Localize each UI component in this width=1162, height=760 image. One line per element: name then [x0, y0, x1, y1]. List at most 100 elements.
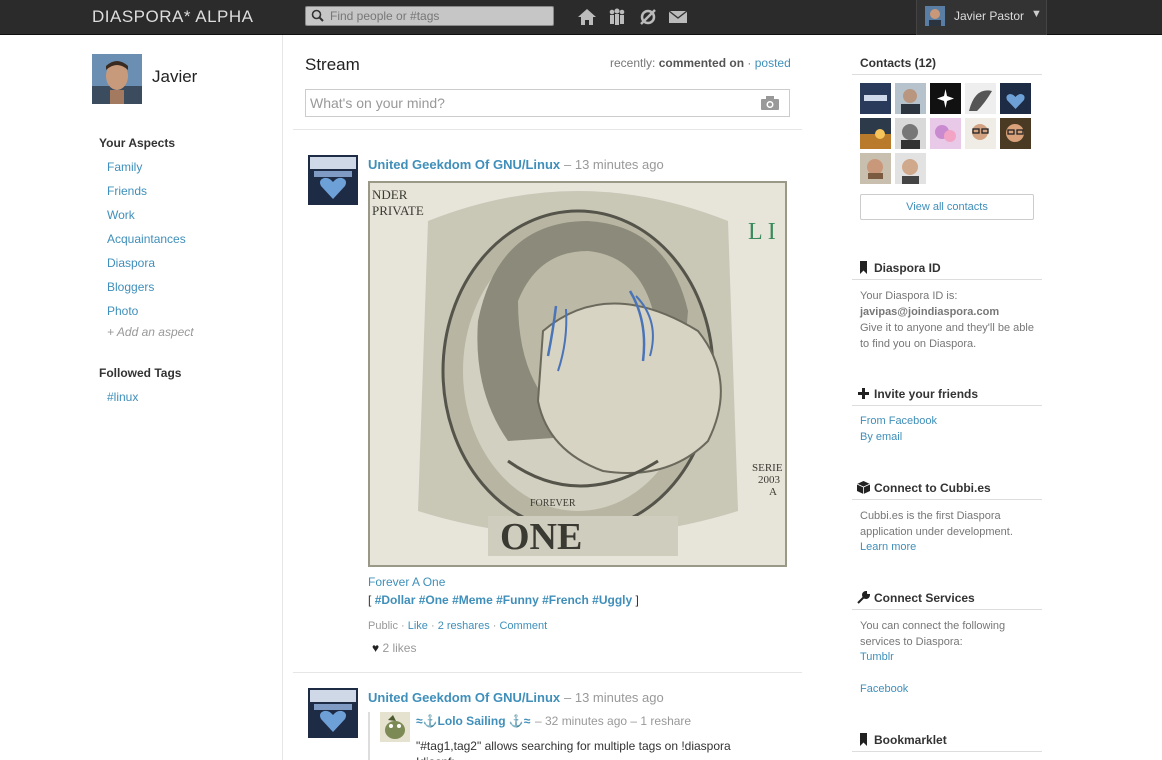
post-visibility: Public	[368, 620, 398, 632]
aspect-link-bloggers[interactable]: Bloggers	[107, 280, 154, 294]
search-input[interactable]	[330, 8, 550, 24]
status-input[interactable]	[310, 94, 750, 112]
invite-title: Invite your friends	[874, 387, 979, 401]
camera-icon[interactable]	[761, 96, 779, 110]
tag-link[interactable]: #Meme	[452, 593, 493, 607]
contact-avatar[interactable]	[965, 118, 996, 149]
user-menu[interactable]: Javier Pastor ▼	[916, 0, 1047, 35]
connect-services-title: Connect Services	[874, 591, 975, 605]
conversations-icon[interactable]	[668, 7, 688, 27]
reshare-text: "#tag1,tag2" allows searching for multip…	[416, 739, 731, 760]
contacts-title[interactable]: Contacts (12)	[860, 56, 936, 70]
wrench-icon	[857, 591, 870, 604]
reshare-avatar[interactable]	[380, 712, 410, 742]
profile-name[interactable]: Javier	[152, 67, 197, 87]
tag-link[interactable]: #Dollar	[375, 593, 416, 607]
service-facebook-link[interactable]: Facebook	[860, 683, 908, 695]
diaspora-id-title: Diaspora ID	[874, 261, 941, 275]
tag-link-linux[interactable]: #linux	[107, 390, 138, 404]
contact-avatar[interactable]	[965, 83, 996, 114]
stream-title: Stream	[305, 55, 360, 74]
user-name: Javier Pastor	[954, 9, 1025, 23]
stream-sort: recently: commented on · posted	[610, 56, 791, 70]
view-all-contacts-button[interactable]: View all contacts	[860, 194, 1034, 220]
aspect-link-friends[interactable]: Friends	[107, 184, 147, 198]
contact-avatar[interactable]	[1000, 118, 1031, 149]
search-box[interactable]	[305, 6, 554, 26]
post-photo[interactable]: ONE FOREVER NDER PRIVATE L I SERIE 2003 …	[368, 181, 787, 567]
post-timestamp[interactable]: – 13 minutes ago	[564, 157, 664, 172]
contact-avatar[interactable]	[895, 153, 926, 184]
post-author-link[interactable]: United Geekdom Of GNU/Linux	[368, 690, 560, 705]
cube-icon	[857, 481, 870, 494]
publisher[interactable]	[305, 89, 790, 117]
home-icon[interactable]	[577, 7, 597, 27]
aspect-link-family[interactable]: Family	[107, 160, 142, 174]
cubbies-title: Connect to Cubbi.es	[874, 481, 991, 495]
dollar-bill-image: ONE FOREVER NDER PRIVATE L I SERIE 2003 …	[368, 181, 787, 567]
aspect-link-acquaintances[interactable]: Acquaintances	[107, 232, 186, 246]
reshares-link[interactable]: 2 reshares	[438, 620, 490, 632]
contact-avatar[interactable]	[895, 83, 926, 114]
bill-forever-text: FOREVER	[530, 498, 576, 509]
sort-prefix: recently:	[610, 56, 656, 70]
diaspora-id-divider	[852, 279, 1042, 280]
diaspora-id-value: javipas@joindiaspora.com	[860, 306, 1000, 318]
contact-avatar[interactable]	[1000, 83, 1031, 114]
reshare-meta: – 32 minutes ago – 1 reshare	[535, 714, 692, 728]
services-text: You can connect the following services t…	[860, 620, 1006, 648]
bill-one-text: ONE	[500, 516, 582, 558]
tag-link[interactable]: #Funny	[496, 593, 539, 607]
logo[interactable]: DIASPORA* ALPHA	[92, 7, 254, 27]
cubbies-text: Cubbi.es is the first Diaspora applicati…	[860, 510, 1013, 538]
aspect-link-diaspora[interactable]: Diaspora	[107, 256, 155, 270]
post-timestamp[interactable]: – 13 minutes ago	[564, 690, 664, 705]
invite-divider	[852, 405, 1042, 406]
sort-commented[interactable]: commented on	[659, 56, 744, 70]
contacts-divider	[852, 74, 1042, 75]
invite-facebook-link[interactable]: From Facebook	[860, 415, 937, 427]
aspect-link-work[interactable]: Work	[107, 208, 135, 222]
contact-avatar[interactable]	[860, 83, 891, 114]
tag-link[interactable]: #French	[542, 593, 589, 607]
bill-under-text: NDER	[372, 187, 408, 202]
contact-avatar[interactable]	[895, 118, 926, 149]
tag-link[interactable]: #One	[419, 593, 449, 607]
post-likes[interactable]: ♥ 2 likes	[372, 641, 416, 655]
cubbies-learn-more-link[interactable]: Learn more	[860, 541, 916, 553]
cubbies-divider	[852, 499, 1042, 500]
contact-avatar[interactable]	[860, 153, 891, 184]
post-author-link[interactable]: United Geekdom Of GNU/Linux	[368, 157, 560, 172]
post-avatar[interactable]	[308, 155, 358, 205]
bill-private-text: PRIVATE	[372, 203, 424, 218]
add-aspect-link[interactable]: + Add an aspect	[107, 325, 194, 339]
comment-link[interactable]: Comment	[499, 620, 547, 632]
tag-link[interactable]: #Uggly	[592, 593, 632, 607]
services-divider	[852, 609, 1042, 610]
tags-open-bracket: [	[368, 593, 372, 607]
photo-caption-link[interactable]: Forever A One	[368, 575, 445, 589]
tags-close-bracket: ]	[635, 593, 639, 607]
aspect-link-photo[interactable]: Photo	[107, 304, 138, 318]
sort-posted-link[interactable]: posted	[755, 56, 791, 70]
post-avatar[interactable]	[308, 688, 358, 738]
reshare-author-link[interactable]: ≈⚓Lolo Sailing ⚓≈	[416, 714, 530, 728]
contacts-icon[interactable]	[607, 7, 627, 27]
heart-icon: ♥	[372, 641, 380, 655]
contact-avatar[interactable]	[930, 118, 961, 149]
caret-down-icon: ▼	[1031, 8, 1042, 20]
top-bar: DIASPORA* ALPHA Javier Pastor ▼	[0, 0, 1162, 35]
mentions-icon[interactable]	[638, 7, 658, 27]
bill-year-text: 2003	[758, 474, 781, 486]
post-actions: Public · Like · 2 reshares · Comment	[368, 620, 548, 632]
bill-letter-text: A	[769, 486, 777, 498]
invite-email-link[interactable]: By email	[860, 431, 902, 443]
service-tumblr-link[interactable]: Tumblr	[860, 651, 894, 663]
like-link[interactable]: Like	[408, 620, 428, 632]
user-avatar	[925, 6, 945, 26]
contact-avatar[interactable]	[930, 83, 961, 114]
profile-avatar[interactable]	[92, 54, 142, 104]
search-icon	[311, 9, 324, 22]
contact-avatar[interactable]	[860, 118, 891, 149]
bill-serie-text: SERIE	[752, 462, 783, 474]
